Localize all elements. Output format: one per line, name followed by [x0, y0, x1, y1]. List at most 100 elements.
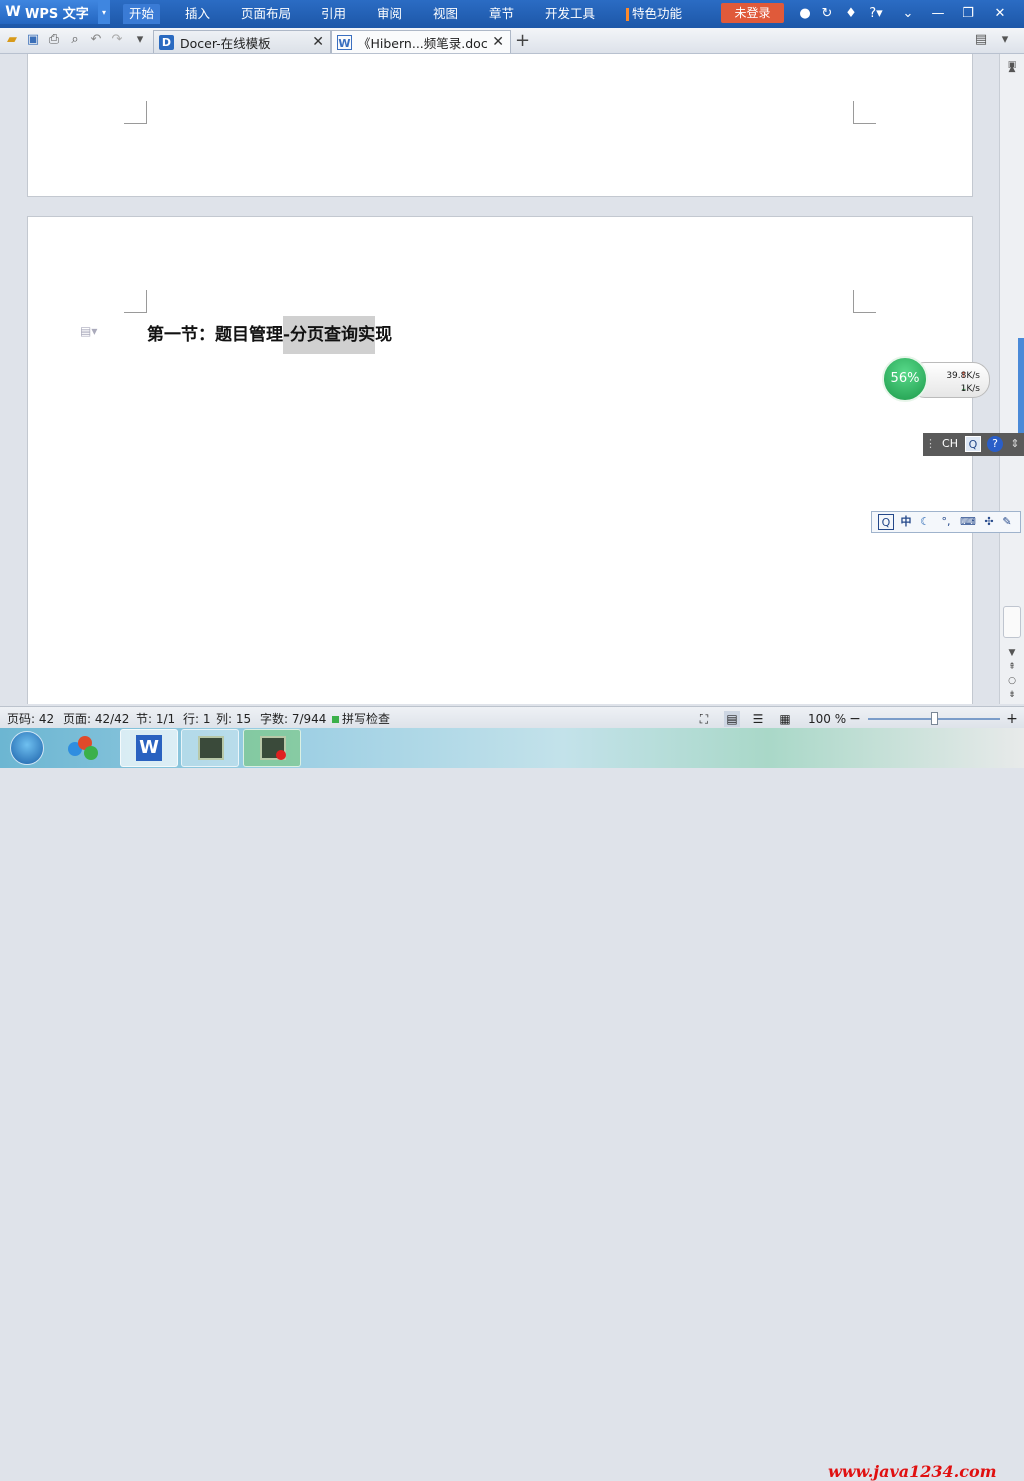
minimize-icon[interactable]: —: [930, 6, 946, 22]
fullscreen-icon[interactable]: ⛶: [697, 711, 711, 727]
ime-chinese-mode[interactable]: 中: [898, 514, 914, 530]
web-view-icon[interactable]: ▦: [778, 711, 792, 727]
ime-logo-icon[interactable]: Q: [878, 514, 894, 530]
punctuation-icon[interactable]: °,: [938, 514, 954, 530]
options-icon[interactable]: ⇕: [1009, 436, 1021, 452]
close-icon[interactable]: ✕: [992, 6, 1008, 22]
docer-icon: D: [159, 34, 174, 50]
scroll-thumb[interactable]: [1003, 606, 1021, 638]
tab-label: 《Hibern...频笔录.doc: [358, 35, 488, 51]
paragraph-handle-icon[interactable]: ▤▾: [80, 324, 97, 338]
os-taskbar: W www.java1234.com: [0, 728, 1024, 1481]
wps-writer-icon: W: [136, 735, 162, 761]
spell-check-button[interactable]: 拼写检查: [342, 711, 390, 727]
page-previous: [27, 54, 973, 197]
save-icon[interactable]: ▣: [25, 32, 41, 48]
ime-language-bar[interactable]: ⋮ CH Q ? ⇕: [923, 433, 1024, 456]
media-player-icon[interactable]: [64, 732, 104, 764]
status-bar: 页码: 42 页面: 42/42 节: 1/1 行: 1 列: 15 字数: 7…: [0, 706, 1024, 729]
menu-tab-home[interactable]: 开始: [123, 4, 161, 24]
status-row[interactable]: 行: 1: [183, 711, 211, 727]
tab-options-icon[interactable]: ▾: [997, 32, 1013, 48]
zoom-level[interactable]: 100 %: [808, 711, 846, 727]
undo-icon[interactable]: ↶: [88, 32, 104, 48]
prev-page-icon[interactable]: ⇞: [1004, 660, 1020, 674]
margin-corner: [124, 101, 147, 124]
print-preview-icon[interactable]: ⌕: [67, 32, 83, 48]
collapse-ribbon-icon[interactable]: ⌄: [900, 6, 916, 22]
ime-status-bar[interactable]: Q 中 ☾ °, ⌨ ✣ ✎: [871, 511, 1021, 533]
app-menu-button[interactable]: W WPS 文字 ▾: [0, 0, 110, 24]
refresh-icon[interactable]: ↻: [819, 6, 835, 22]
new-tab-icon[interactable]: +: [515, 30, 530, 51]
zoom-in-icon[interactable]: +: [1006, 711, 1018, 727]
status-col[interactable]: 列: 15: [216, 711, 251, 727]
word-doc-icon: W: [337, 34, 352, 50]
upload-speed: 39.8K/s: [946, 371, 980, 381]
login-button[interactable]: 未登录: [721, 3, 784, 23]
drag-handle-icon[interactable]: ⋮: [925, 436, 936, 452]
close-tab-icon[interactable]: ✕: [492, 34, 504, 50]
menu-bar: W WPS 文字 ▾ 开始 插入 页面布局 引用 审阅 视图 章节 开发工具 特…: [0, 0, 1024, 28]
status-page-code[interactable]: 页码: 42: [7, 711, 54, 727]
outline-view-icon[interactable]: ☰: [751, 711, 765, 727]
heading-text: 第一节：题目管理: [147, 325, 283, 345]
menu-tab-page-layout[interactable]: 页面布局: [241, 4, 291, 24]
open-folder-icon[interactable]: ▰: [4, 32, 20, 48]
tab-docer[interactable]: D Docer-在线模板 ✕: [153, 30, 331, 53]
document-canvas[interactable]: ▤▾ 第一节：题目管理-分页查询实现: [0, 54, 999, 704]
status-pages[interactable]: 页面: 42/42: [63, 711, 129, 727]
zoom-out-icon[interactable]: −: [849, 711, 861, 727]
zoom-slider-thumb[interactable]: [931, 712, 938, 725]
chevron-down-icon[interactable]: ▾: [98, 0, 110, 24]
help-icon[interactable]: ?▾: [865, 6, 887, 22]
keyboard-icon[interactable]: ⌨: [960, 514, 976, 530]
print-icon[interactable]: ⎙: [46, 32, 62, 48]
page-current[interactable]: [27, 216, 973, 704]
menu-tab-insert[interactable]: 插入: [185, 4, 210, 24]
side-panel-handle[interactable]: [1018, 338, 1024, 433]
tab-list-icon[interactable]: ▤: [973, 32, 989, 48]
scroll-up-icon[interactable]: ▲: [1004, 62, 1020, 76]
play-icon[interactable]: ●: [797, 6, 813, 22]
status-word-count[interactable]: 字数: 7/944: [260, 711, 326, 727]
taskbar-app-2[interactable]: [181, 729, 239, 767]
menu-tab-special[interactable]: 特色功能: [632, 4, 682, 24]
skin-icon[interactable]: ♦: [843, 6, 859, 22]
settings-wrench-icon[interactable]: ✎: [1000, 514, 1014, 530]
memory-usage-ball[interactable]: 56%: [882, 356, 928, 402]
help-icon[interactable]: ?: [987, 436, 1003, 452]
menu-tab-view[interactable]: 视图: [433, 4, 458, 24]
tab-label: Docer-在线模板: [180, 35, 271, 51]
close-tab-icon[interactable]: ✕: [312, 34, 324, 50]
customize-toolbar-icon[interactable]: ▾: [132, 32, 148, 48]
menu-tab-developer[interactable]: 开发工具: [545, 4, 595, 24]
scroll-down-icon[interactable]: ▼: [1004, 646, 1020, 660]
ime-logo-icon[interactable]: Q: [965, 436, 981, 452]
download-speed: 1K/s: [960, 384, 980, 394]
net-speed-widget[interactable]: ↑ 39.8K/s ↓ 1K/s 56%: [882, 356, 990, 402]
margin-corner: [124, 290, 147, 313]
select-browse-icon[interactable]: ○: [1004, 674, 1020, 688]
ime-lang-label[interactable]: CH: [941, 436, 959, 452]
menu-tab-chapter[interactable]: 章节: [489, 4, 514, 24]
screen-recorder-icon: [198, 736, 224, 760]
menu-tab-references[interactable]: 引用: [321, 4, 346, 24]
special-marker: [626, 8, 629, 21]
margin-corner: [853, 290, 876, 313]
next-page-icon[interactable]: ⇟: [1004, 688, 1020, 702]
redo-icon[interactable]: ↷: [109, 32, 125, 48]
half-width-icon[interactable]: ☾: [918, 514, 932, 530]
wps-logo-icon: W: [5, 4, 21, 20]
section-heading[interactable]: 第一节：题目管理-分页查询实现: [147, 316, 392, 354]
taskbar-app-3[interactable]: [243, 729, 301, 767]
start-button[interactable]: [2, 728, 52, 768]
restore-icon[interactable]: ❐: [960, 6, 976, 22]
menu-tab-review[interactable]: 审阅: [377, 4, 402, 24]
taskbar-wps-writer[interactable]: W: [120, 729, 178, 767]
toolbox-icon[interactable]: ✣: [982, 514, 996, 530]
status-section[interactable]: 节: 1/1: [136, 711, 175, 727]
page-view-icon[interactable]: ▤: [724, 711, 740, 727]
tab-document[interactable]: W 《Hibern...频笔录.doc ✕: [331, 30, 511, 53]
margin-corner: [853, 101, 876, 124]
